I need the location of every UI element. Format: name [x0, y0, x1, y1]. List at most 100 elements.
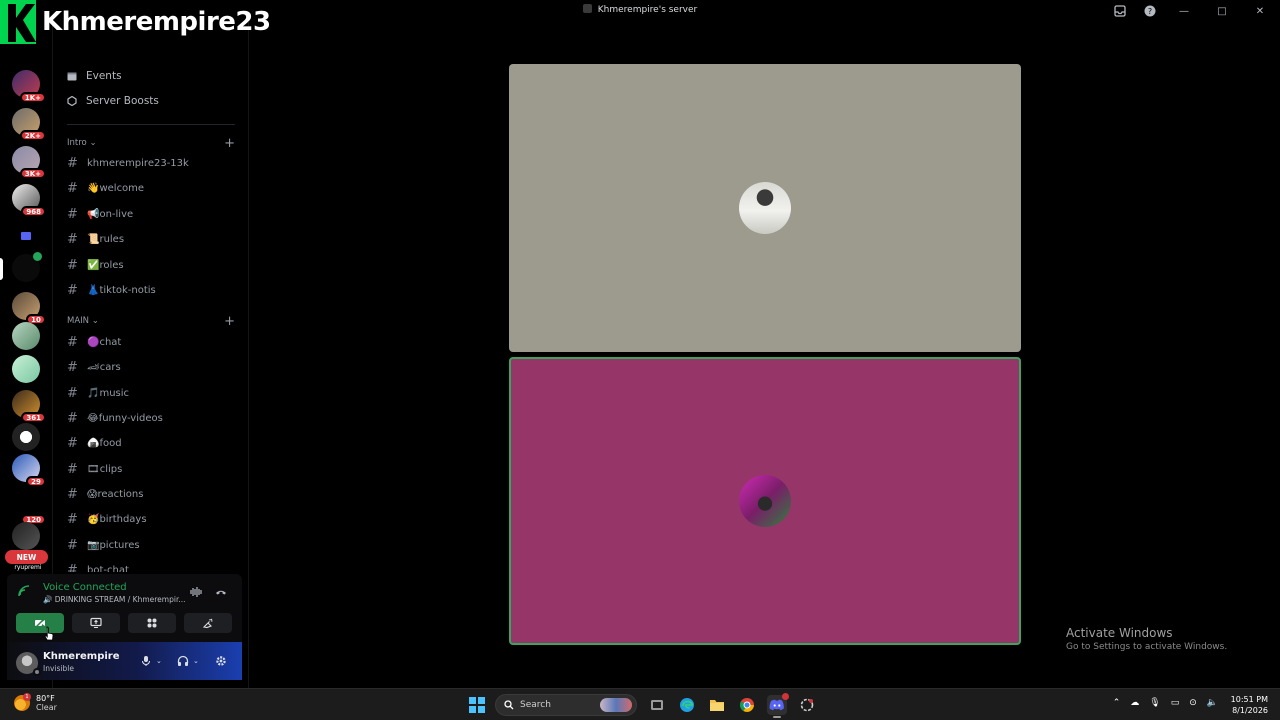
inbox-icon[interactable] — [1112, 3, 1128, 19]
edge-icon[interactable] — [677, 695, 697, 715]
server-icon[interactable]: 3K+ — [12, 146, 46, 179]
weather-widget[interactable]: 1 80°F Clear — [14, 693, 57, 712]
display-icon[interactable]: ▭ — [1171, 698, 1180, 708]
channel-item[interactable]: # 👗 tiktok-notis — [67, 279, 237, 301]
channel-item[interactable]: # 👋 welcome — [67, 177, 237, 199]
signal-icon[interactable] — [17, 584, 33, 600]
maximize-button[interactable]: □ — [1210, 3, 1234, 19]
server-icon[interactable]: 120 — [12, 492, 46, 525]
hash-icon: # — [67, 180, 78, 196]
minimize-button[interactable]: — — [1172, 3, 1196, 19]
onedrive-icon[interactable]: ☁ — [1130, 698, 1139, 708]
voice-activity-icon — [33, 252, 42, 261]
voice-channel-path[interactable]: 🔊 DRINKING STREAM / Khmerempir... — [43, 595, 186, 604]
category-intro[interactable]: Intro ⌄ + — [67, 136, 235, 151]
server-icon[interactable] — [12, 355, 40, 383]
mute-button[interactable]: ⌄ — [140, 654, 162, 668]
server-boosts-item[interactable]: Server Boosts — [67, 91, 159, 111]
server-icon[interactable]: 29 — [12, 454, 46, 487]
notification-badge — [782, 693, 789, 700]
mention-badge: 29 — [26, 476, 46, 487]
server-icon-current[interactable] — [12, 252, 42, 282]
channel-item[interactable]: # 😂 funny-videos — [67, 407, 237, 429]
discord-window: Khmerempire's server ? — □ ✕ Khmerempire… — [0, 0, 1280, 720]
microphone-icon[interactable]: 🎙 — [1149, 698, 1160, 708]
disconnect-icon[interactable] — [214, 585, 228, 599]
participant-tile-speaking[interactable] — [509, 357, 1021, 645]
hash-icon: # — [67, 231, 78, 247]
soundboard-button[interactable] — [184, 613, 232, 633]
server-icon[interactable]: 2K+ — [12, 108, 46, 141]
chevron-down-icon[interactable]: ⌄ — [156, 657, 162, 665]
channel-item[interactable]: # khmerempire23-13k — [67, 152, 237, 174]
window-title-text: Khmerempire's server — [597, 5, 698, 15]
channel-item[interactable]: # ✅ roles — [67, 254, 237, 276]
network-icon[interactable]: ⊙ — [1189, 698, 1197, 708]
weather-text: 80°F Clear — [36, 694, 57, 712]
server-icon[interactable] — [12, 322, 40, 350]
channel-item[interactable]: # 🎞 clips — [67, 458, 237, 480]
server-folder-icon[interactable] — [12, 222, 40, 250]
events-item[interactable]: Events — [67, 66, 122, 86]
headphones-icon — [177, 655, 189, 666]
server-icon — [582, 4, 592, 13]
channel-item[interactable]: # 🍙 food — [67, 432, 237, 454]
add-channel-icon[interactable]: + — [224, 314, 235, 329]
deafen-button[interactable]: ⌄ — [177, 654, 199, 668]
channel-item[interactable]: # 🟣 chat — [67, 331, 237, 353]
volume-icon[interactable]: 🔈 — [1207, 698, 1218, 708]
channel-item[interactable]: # 🏎 cars — [67, 356, 237, 378]
hash-icon: # — [67, 385, 78, 401]
username[interactable]: Khmerempire — [43, 651, 120, 662]
server-icon[interactable]: 361 — [12, 390, 46, 423]
soundboard-icon — [202, 618, 213, 629]
channel-item[interactable]: # bot-chat — [67, 559, 237, 573]
app-icon[interactable] — [797, 695, 817, 715]
channel-emoji: ✅ — [87, 259, 100, 271]
help-icon[interactable]: ? — [1142, 3, 1158, 19]
taskbar-clock[interactable]: 10:51 PM 8/1/2026 — [1231, 694, 1268, 716]
channel-item[interactable]: # 🎵 music — [67, 382, 237, 404]
participant-avatar — [739, 475, 791, 527]
discord-icon[interactable] — [767, 693, 789, 718]
channel-item[interactable]: # 📢 on-live — [67, 203, 237, 225]
start-button[interactable] — [469, 697, 485, 713]
screen-share-icon — [90, 617, 102, 629]
chevron-down-icon[interactable]: ⌄ — [193, 657, 199, 665]
channel-item[interactable]: # 🥳 birthdays — [67, 508, 237, 530]
channel-name: tiktok-notis — [99, 284, 156, 296]
activities-button[interactable] — [128, 613, 176, 633]
channel-emoji: 📜 — [87, 233, 100, 245]
chrome-icon[interactable] — [737, 695, 757, 715]
chevron-up-icon[interactable]: ⌃ — [1113, 698, 1121, 708]
server-icon[interactable]: 968 — [12, 184, 46, 217]
calendar-icon — [67, 71, 77, 81]
selected-server-indicator — [0, 258, 3, 280]
task-view-icon[interactable] — [647, 695, 667, 715]
channel-item[interactable]: # 😱 reactions — [67, 483, 237, 505]
screen-share-button[interactable] — [72, 613, 120, 633]
file-explorer-icon[interactable] — [707, 695, 727, 715]
add-channel-icon[interactable]: + — [224, 136, 235, 151]
status-indicator — [33, 668, 41, 676]
channel-name: music — [99, 387, 130, 399]
server-icon[interactable]: 1K+ — [12, 70, 46, 103]
close-button[interactable]: ✕ — [1248, 3, 1272, 19]
watermark-subtitle: Go to Settings to activate Windows. — [1066, 642, 1228, 652]
voice-status-title[interactable]: Voice Connected — [43, 582, 127, 593]
channel-item[interactable]: # 📷 pictures — [67, 534, 237, 556]
server-icon[interactable]: 10 — [12, 292, 46, 325]
category-main[interactable]: MAIN ⌄ + — [67, 314, 235, 329]
channel-item[interactable]: # 📜 rules — [67, 228, 237, 250]
taskbar-search[interactable]: Search — [495, 694, 637, 716]
folder-icon — [21, 232, 31, 240]
server-icon[interactable] — [12, 423, 40, 451]
settings-button[interactable] — [215, 654, 227, 668]
camera-button[interactable] — [16, 613, 64, 633]
participant-tile[interactable] — [509, 64, 1021, 352]
title-bar-controls: ? — □ ✕ — [1112, 3, 1272, 19]
noise-suppression-icon[interactable] — [189, 585, 203, 599]
channel-name: funny-videos — [98, 412, 163, 424]
server-icon[interactable] — [12, 522, 40, 550]
clock-time: 10:51 PM — [1230, 695, 1268, 704]
